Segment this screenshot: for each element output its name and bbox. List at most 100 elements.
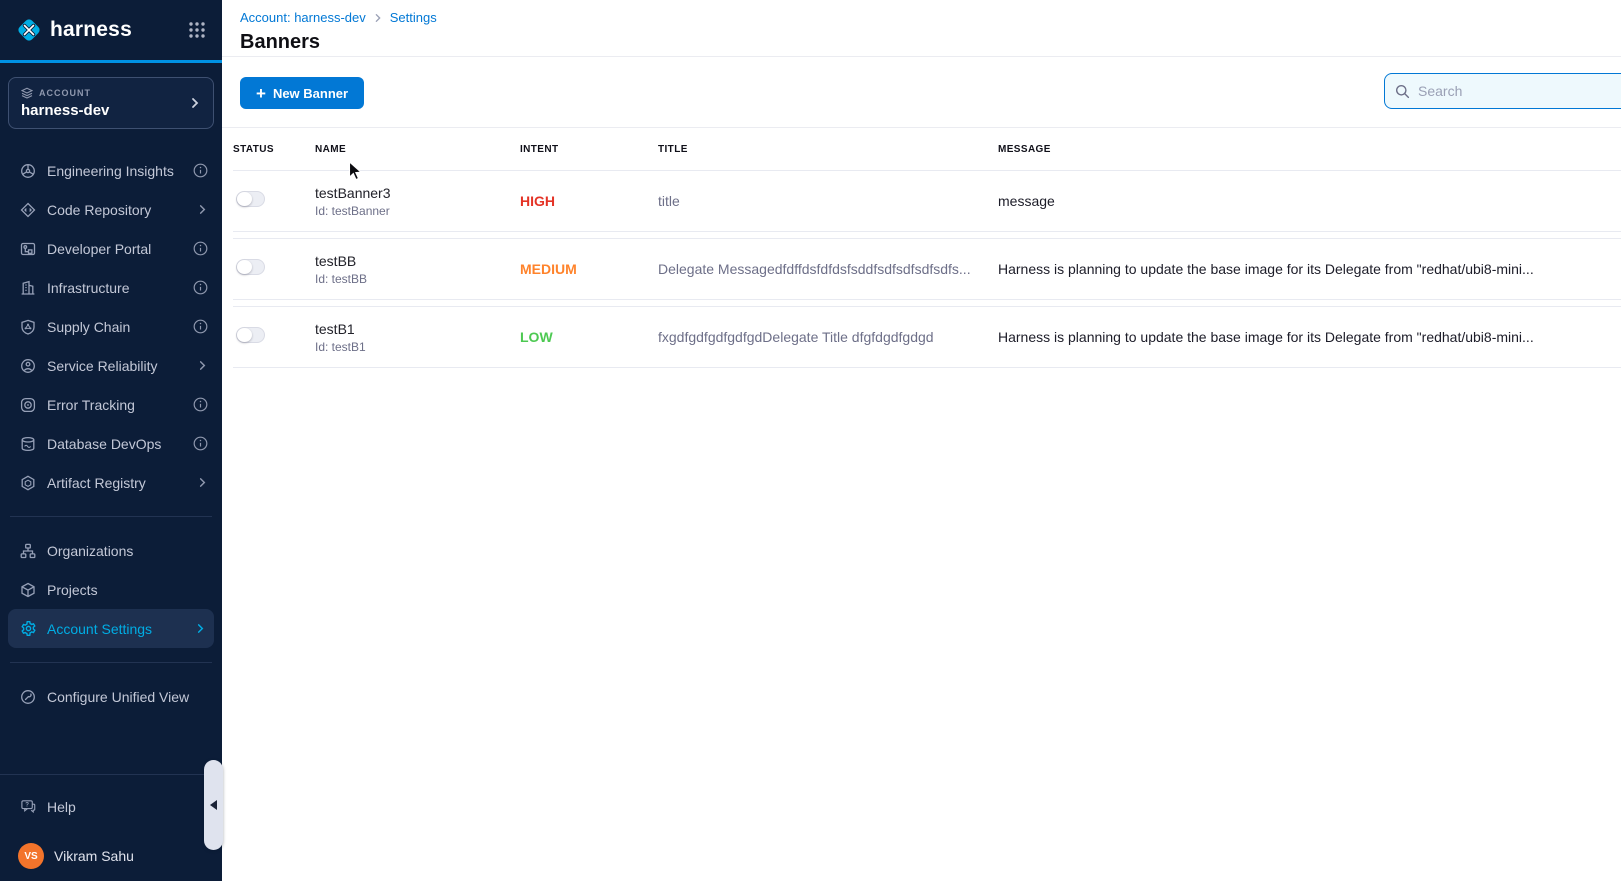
info-icon[interactable]: [193, 163, 208, 178]
sidebar-item-artifact-registry[interactable]: Artifact Registry: [0, 463, 222, 502]
info-icon[interactable]: [193, 319, 208, 334]
harness-logo-icon: [16, 17, 42, 43]
chevron-right-icon: [195, 623, 206, 634]
sidebar-item-label: Help: [47, 799, 208, 815]
table-row[interactable]: testB1 Id: testB1 LOW fxgdfgdfgdfgdfgdDe…: [233, 306, 1621, 368]
banner-message: message: [998, 193, 1621, 209]
search-input[interactable]: [1418, 83, 1621, 99]
info-icon[interactable]: [193, 397, 208, 412]
banner-title: title: [658, 193, 998, 209]
account-selector[interactable]: ACCOUNT harness-dev: [8, 77, 214, 129]
layers-icon: [21, 87, 33, 99]
module-nav: Engineering Insights Code Repository Dev…: [0, 151, 222, 502]
sidebar-item-code-repository[interactable]: Code Repository: [0, 190, 222, 229]
sidebar-item-label: Error Tracking: [47, 397, 183, 413]
banner-enabled-toggle[interactable]: [236, 259, 265, 275]
sidebar-item-label: Developer Portal: [47, 241, 183, 257]
page-header: Account: harness-dev Settings Banners: [222, 0, 1621, 57]
col-header-status: STATUS: [233, 144, 315, 155]
search-box: [1384, 73, 1621, 109]
sidebar-item-organizations[interactable]: Organizations: [0, 531, 222, 570]
sidebar-footer: ? Help VS Vikram Sahu: [0, 764, 222, 881]
col-header-message: MESSAGE: [998, 144, 1621, 155]
tools-nav: Configure Unified View: [0, 677, 222, 716]
breadcrumb-settings-link[interactable]: Settings: [390, 10, 437, 25]
account-label: ACCOUNT: [39, 88, 91, 98]
chevron-right-icon: [197, 477, 208, 488]
table-header-row: STATUS NAME INTENT TITLE MESSAGE: [233, 128, 1621, 170]
account-nav: Organizations Projects Account Settings: [0, 531, 222, 648]
engineering-insights-icon: [20, 162, 37, 179]
breadcrumb-chevron-icon: [373, 13, 383, 23]
banner-id: Id: testBanner: [315, 204, 520, 218]
info-icon[interactable]: [193, 241, 208, 256]
sidebar-item-label: Infrastructure: [47, 280, 183, 296]
developer-portal-icon: [20, 240, 37, 257]
sidebar-item-infrastructure[interactable]: Infrastructure: [0, 268, 222, 307]
gear-icon: [20, 620, 37, 637]
sidebar-divider: [10, 516, 212, 517]
new-banner-label: New Banner: [273, 86, 348, 101]
banner-intent: LOW: [520, 329, 658, 345]
sidebar-item-projects[interactable]: Projects: [0, 570, 222, 609]
banner-id: Id: testBB: [315, 272, 520, 286]
infrastructure-icon: [20, 279, 37, 296]
sidebar-item-service-reliability[interactable]: Service Reliability: [0, 346, 222, 385]
sidebar-item-developer-portal[interactable]: Developer Portal: [0, 229, 222, 268]
sidebar-item-supply-chain[interactable]: Supply Chain: [0, 307, 222, 346]
sidebar-item-error-tracking[interactable]: Error Tracking: [0, 385, 222, 424]
app-root: harness ACCOUNT harness-dev: [0, 0, 1621, 881]
banner-message: Harness is planning to update the base i…: [998, 261, 1621, 277]
svg-text:?: ?: [25, 802, 29, 809]
banner-message: Harness is planning to update the base i…: [998, 329, 1621, 345]
col-header-intent: INTENT: [520, 144, 658, 155]
sidebar-item-account-settings[interactable]: Account Settings: [8, 609, 214, 648]
chevron-right-icon: [197, 360, 208, 371]
info-icon[interactable]: [193, 436, 208, 451]
page-title: Banners: [240, 31, 1621, 54]
sidebar: harness ACCOUNT harness-dev: [0, 0, 222, 881]
collapse-left-icon: [210, 800, 217, 810]
sidebar-item-help[interactable]: ? Help: [0, 785, 222, 829]
banner-title: Delegate Messagedfdffdsfdfdsfsddfsdfsdfs…: [658, 261, 998, 277]
sidebar-item-database-devops[interactable]: Database DevOps: [0, 424, 222, 463]
sidebar-item-label: Projects: [47, 582, 208, 598]
banner-name: testB1: [315, 321, 520, 337]
main-content: Account: harness-dev Settings Banners + …: [222, 0, 1621, 881]
user-menu[interactable]: VS Vikram Sahu: [0, 829, 222, 875]
banner-id: Id: testB1: [315, 340, 520, 354]
sidebar-divider: [0, 774, 222, 775]
artifact-registry-icon: [20, 474, 37, 491]
sidebar-item-label: Organizations: [47, 543, 208, 559]
col-header-title: TITLE: [658, 144, 998, 155]
sidebar-item-configure-unified-view[interactable]: Configure Unified View: [0, 677, 222, 716]
table-row[interactable]: testBanner3 Id: testBanner HIGH title me…: [233, 170, 1621, 232]
wrench-circle-icon: [20, 688, 37, 705]
info-icon[interactable]: [193, 280, 208, 295]
harness-logo[interactable]: harness: [16, 17, 132, 43]
banner-enabled-toggle[interactable]: [236, 327, 265, 343]
module-grid-icon[interactable]: [188, 21, 206, 39]
banner-intent: HIGH: [520, 193, 658, 209]
sidebar-item-engineering-insights[interactable]: Engineering Insights: [0, 151, 222, 190]
chevron-right-icon: [197, 204, 208, 215]
breadcrumb-account-link[interactable]: Account: harness-dev: [240, 10, 366, 25]
sidebar-collapse-handle[interactable]: [204, 760, 223, 850]
user-name: Vikram Sahu: [54, 848, 134, 864]
banner-name: testBanner3: [315, 185, 520, 201]
sidebar-item-label: Service Reliability: [47, 358, 187, 374]
search-icon: [1395, 84, 1410, 99]
table-row[interactable]: testBB Id: testBB MEDIUM Delegate Messag…: [233, 238, 1621, 300]
chevron-right-icon: [189, 97, 201, 109]
new-banner-button[interactable]: + New Banner: [240, 77, 364, 109]
plus-icon: +: [256, 85, 266, 102]
sidebar-item-label: Engineering Insights: [47, 163, 183, 179]
banners-table: STATUS NAME INTENT TITLE MESSAGE testBan…: [222, 128, 1621, 368]
sidebar-item-label: Code Repository: [47, 202, 187, 218]
banner-intent: MEDIUM: [520, 261, 658, 277]
help-chat-icon: ?: [20, 799, 37, 816]
banner-enabled-toggle[interactable]: [236, 191, 265, 207]
col-header-name: NAME: [315, 144, 520, 155]
service-reliability-icon: [20, 357, 37, 374]
sidebar-divider: [10, 662, 212, 663]
